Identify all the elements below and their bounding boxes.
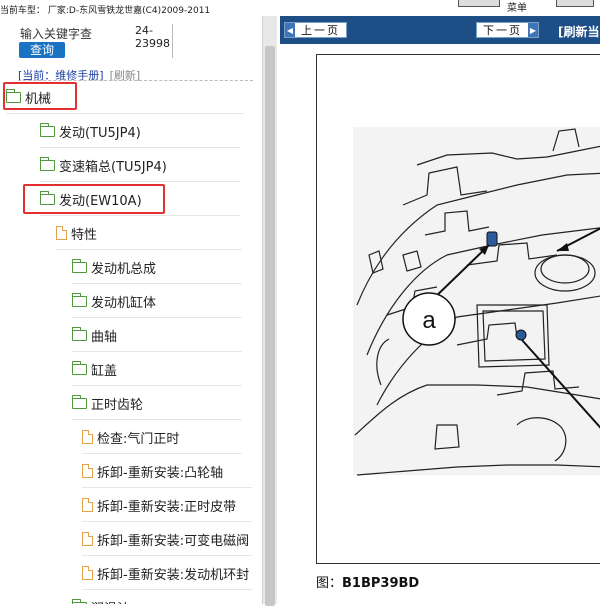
tree-node-label: 特性 bbox=[71, 227, 98, 243]
document-icon bbox=[82, 565, 94, 580]
code-text: 24-23998 bbox=[135, 24, 170, 50]
document-icon bbox=[82, 497, 94, 512]
tree-node-label: 拆卸-重新安装:可变电磁阀 bbox=[97, 533, 250, 549]
tree-node-label: 正时齿轮 bbox=[91, 397, 144, 413]
tree-scrollbar[interactable] bbox=[262, 16, 277, 606]
tree-node[interactable]: 缸盖 bbox=[71, 353, 242, 386]
tree-node-label: 发动机缸体 bbox=[91, 295, 157, 311]
engine-diagram: a bbox=[353, 127, 600, 476]
search-area: 输入关键字查 查询 24-23998 bbox=[0, 16, 262, 66]
toolbar-button-1[interactable] bbox=[458, 0, 500, 7]
highlight-box bbox=[23, 184, 165, 214]
document-icon bbox=[82, 531, 94, 546]
prev-page-button[interactable]: ◀ 上一页 bbox=[284, 22, 347, 38]
tree-node-label: 拆卸-重新安装:凸轮轴 bbox=[97, 465, 224, 481]
tree-node-label: 发动机总成 bbox=[91, 261, 157, 277]
scrollbar-thumb[interactable] bbox=[265, 46, 275, 606]
search-button[interactable]: 查询 bbox=[19, 42, 65, 58]
figure-page: a bbox=[316, 54, 600, 564]
next-page-button[interactable]: 下一页 ▶ bbox=[476, 22, 539, 38]
document-icon bbox=[56, 225, 68, 240]
keyword-label[interactable]: 输入关键字查 bbox=[20, 25, 92, 42]
tree-node-label: 拆卸-重新安装:正时皮带 bbox=[97, 499, 237, 515]
tree-node[interactable]: 发动机总成 bbox=[71, 251, 242, 284]
folder-icon bbox=[39, 122, 55, 137]
vehicle-info: 当前车型： 厂家:D-东风雪铁龙世嘉(C4)2009-2011 bbox=[0, 6, 211, 16]
tree-node[interactable]: 发动机缸体 bbox=[71, 285, 242, 318]
tree-node-label: 缸盖 bbox=[91, 363, 118, 379]
refresh-link[interactable]: [刷新当 bbox=[558, 23, 600, 40]
folder-icon bbox=[71, 360, 87, 375]
tree-node[interactable]: 拆卸-重新安装:凸轮轴 bbox=[82, 455, 252, 488]
document-icon bbox=[82, 463, 94, 478]
tree-node[interactable]: 曲轴 bbox=[71, 319, 242, 352]
top-bar: 当前车型： 厂家:D-东风雪铁龙世嘉(C4)2009-2011 菜单 bbox=[0, 0, 600, 16]
tree-node[interactable]: 拆卸-重新安装:正时皮带 bbox=[82, 489, 252, 522]
tree-node-label: 发动(TU5JP4) bbox=[59, 125, 141, 141]
document-viewer: ◀ 上一页 下一页 ▶ [刷新当 a 图：B1BP39BD bbox=[280, 16, 600, 604]
left-panel: 输入关键字查 查询 24-23998 [当前：维修手册] [刷新] 机械 发动(TU… bbox=[0, 16, 262, 604]
viewer-nav-bar: ◀ 上一页 下一页 ▶ [刷新当 bbox=[280, 16, 600, 44]
callout-a: a bbox=[422, 307, 436, 334]
folder-icon bbox=[71, 292, 87, 307]
tree-node[interactable]: 检查:气门正时 bbox=[82, 421, 242, 454]
tree-node[interactable]: 润滑油 bbox=[71, 591, 242, 605]
tree-node[interactable]: 发动(TU5JP4) bbox=[39, 115, 240, 148]
divider bbox=[172, 24, 173, 58]
tree-node[interactable]: 拆卸-重新安装:可变电磁阀 bbox=[82, 523, 252, 556]
tree-node-label: 润滑油 bbox=[91, 598, 130, 605]
folder-icon bbox=[71, 326, 87, 341]
tree-node[interactable]: 特性 bbox=[56, 217, 242, 250]
folder-icon bbox=[71, 394, 87, 409]
arrow-right-icon: ▶ bbox=[528, 23, 538, 37]
toolbar-button-2[interactable] bbox=[556, 0, 594, 7]
tree-node-label: 检查:气门正时 bbox=[97, 431, 180, 447]
tree-node-label: 变速箱总(TU5JP4) bbox=[59, 159, 167, 175]
tree-node-label: 拆卸-重新安装:发动机环封 bbox=[97, 567, 250, 583]
tree-node[interactable]: 正时齿轮 bbox=[71, 387, 242, 420]
highlight-box bbox=[3, 82, 77, 110]
tree-node-label: 曲轴 bbox=[91, 329, 118, 345]
folder-icon bbox=[39, 156, 55, 171]
arrow-left-icon: ◀ bbox=[285, 23, 295, 37]
tree-node[interactable]: 拆卸-重新安装:发动机环封 bbox=[82, 557, 252, 590]
folder-icon bbox=[71, 258, 87, 273]
tree-node[interactable]: 变速箱总(TU5JP4) bbox=[39, 149, 240, 182]
document-icon bbox=[82, 429, 94, 444]
figure-caption: 图：B1BP39BD bbox=[316, 576, 420, 591]
menu-label[interactable]: 菜单 bbox=[507, 0, 527, 14]
